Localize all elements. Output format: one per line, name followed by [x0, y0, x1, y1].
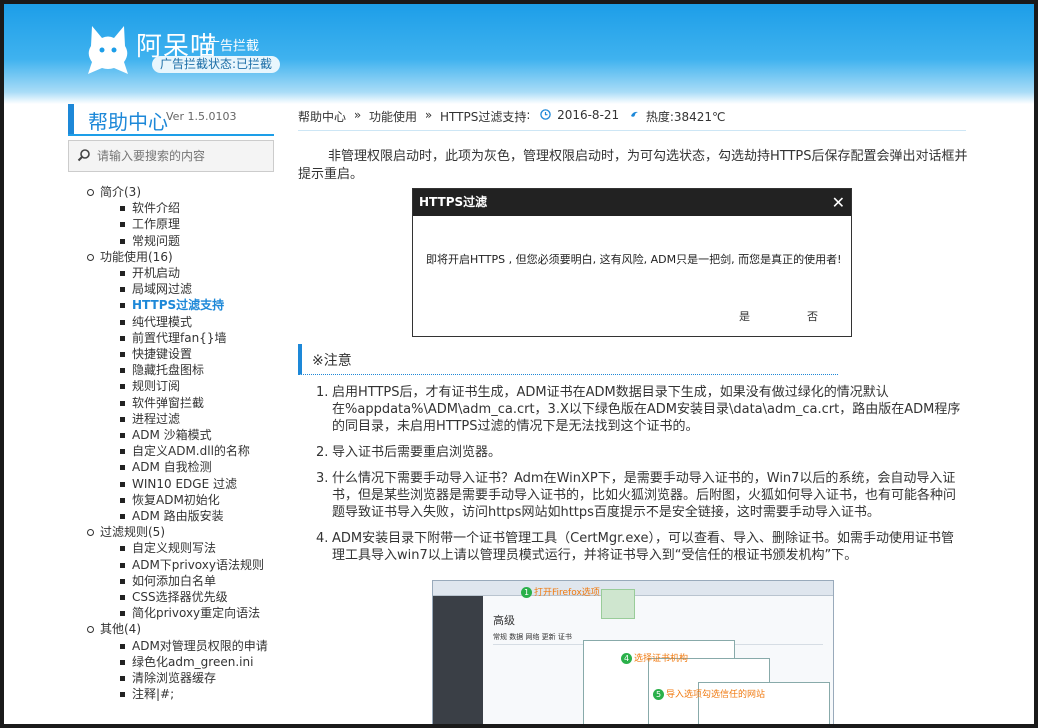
- browser-frame: 阿呆喵 广告拦截 广告拦截状态:已拦截 帮助中心 Ver 1.5.0103 简介…: [0, 0, 1038, 728]
- heat-count: 热度:38421℃: [645, 110, 726, 124]
- nav-item[interactable]: 软件介绍: [82, 200, 282, 216]
- nav-item[interactable]: 纯代理模式: [82, 314, 282, 330]
- nav-item[interactable]: 恢复ADM初始化: [82, 492, 282, 508]
- nav-item[interactable]: ADM对管理员权限的申请: [82, 638, 282, 654]
- nav-group-label[interactable]: 过滤规则(5): [82, 524, 282, 540]
- breadcrumb-section-link[interactable]: 功能使用: [369, 108, 417, 125]
- nav-group-label[interactable]: 其他(4): [82, 621, 282, 637]
- note-text: 什么情况下需要手动导入证书？Adm在WinXP下，是需要手动导入证书的，Win7…: [332, 471, 957, 520]
- breadcrumb-separator: »: [353, 108, 362, 122]
- site-header: 阿呆喵 广告拦截 广告拦截状态:已拦截: [4, 4, 1034, 104]
- step-4-label: 4 选择证书机构: [621, 651, 688, 664]
- intro-paragraph: 非管理权限启动时，此项为灰色，管理权限启动时，为可勾选状态，勾选劫持HTTPS后…: [298, 149, 968, 182]
- nav-item[interactable]: WIN10 EDGE 过滤: [82, 476, 282, 492]
- nav-item[interactable]: 进程过滤: [82, 411, 282, 427]
- search-icon[interactable]: [77, 148, 91, 162]
- list-number: 1.: [316, 385, 329, 400]
- nav-item[interactable]: 绿色化adm_green.ini: [82, 654, 282, 670]
- step-1-label: 1 打开Firefox选项: [521, 585, 600, 598]
- nav-item[interactable]: 规则订阅: [82, 378, 282, 394]
- list-number: 3.: [316, 471, 329, 486]
- dialog-yes-button: 是: [739, 310, 750, 323]
- breadcrumb-colon: :: [526, 108, 531, 122]
- nav-item[interactable]: 常规问题: [82, 233, 282, 249]
- dialog-title: HTTPS过滤: [419, 195, 488, 209]
- note-title: ※注意: [312, 353, 352, 369]
- list-item: 1. 启用HTTPS后，才有证书生成，ADM证书在ADM数据目录下生成，如果没有…: [316, 384, 966, 435]
- nav-item[interactable]: 自定义规则写法: [82, 540, 282, 556]
- list-item: 4. ADM安装目录下附带一个证书管理工具（CertMgr.exe），可以查看、…: [316, 530, 966, 564]
- firefox-certificate-screenshot: 高级 常规 数据 网络 更新 证书 1 打开Firefox选项 4 选择证书机构 5…: [432, 580, 834, 724]
- breadcrumb-home-link[interactable]: 帮助中心: [298, 108, 346, 125]
- clock-icon: [540, 109, 551, 120]
- dialog-message: 即将开启HTTPS , 但您必须要明白, 这有风险, ADM只是一把剑, 而您是…: [426, 253, 842, 266]
- nav-group-features: 功能使用(16) 开机启动 局域网过滤 HTTPS过滤支持 纯代理模式 前置代理…: [82, 249, 282, 524]
- version-label: Ver 1.5.0103: [166, 110, 237, 123]
- list-number: 4.: [316, 531, 329, 546]
- breadcrumb: 帮助中心 » 功能使用 » HTTPS过滤支持: 2016-8-21 热度:38…: [298, 108, 966, 131]
- nav-item[interactable]: CSS选择器优先级: [82, 589, 282, 605]
- close-icon: ✕: [831, 193, 845, 212]
- step-5-label: 5 导入选项勾选信任的网站: [653, 687, 765, 700]
- nav-item[interactable]: ADM下privoxy语法规则: [82, 557, 282, 573]
- nav-item[interactable]: 如何添加白名单: [82, 573, 282, 589]
- nav-item[interactable]: 注释|#;: [82, 686, 282, 702]
- site-subtitle: 广告拦截: [207, 39, 260, 54]
- accent-bar: [68, 104, 74, 134]
- nav-item[interactable]: ADM 沙箱模式: [82, 427, 282, 443]
- list-number: 2.: [316, 445, 329, 460]
- screenshot-tabs: 常规 数据 网络 更新 证书: [493, 633, 572, 641]
- dialog-title-bar: HTTPS过滤 ✕: [413, 189, 851, 216]
- https-dialog-screenshot: HTTPS过滤 ✕ 即将开启HTTPS , 但您必须要明白, 这有风险, ADM…: [412, 188, 852, 337]
- help-nav: 简介(3) 软件介绍 工作原理 常规问题 功能使用(16) 开机启动 局域网过滤…: [82, 184, 282, 703]
- nav-item[interactable]: ADM 自我检测: [82, 459, 282, 475]
- nav-group-label[interactable]: 功能使用(16): [82, 249, 282, 265]
- nav-group-intro: 简介(3) 软件介绍 工作原理 常规问题: [82, 184, 282, 249]
- nav-item-active[interactable]: HTTPS过滤支持: [82, 297, 282, 313]
- nav-item[interactable]: ADM 路由版安装: [82, 508, 282, 524]
- nav-item[interactable]: 清除浏览器缓存: [82, 670, 282, 686]
- nav-item[interactable]: 简化privoxy重定向语法: [82, 605, 282, 621]
- list-item: 3. 什么情况下需要手动导入证书？Adm在WinXP下，是需要手动导入证书的，W…: [316, 470, 966, 521]
- nav-item[interactable]: 快捷键设置: [82, 346, 282, 362]
- gear-icon: [601, 589, 635, 619]
- nav-item[interactable]: 前置代理fan{}墙: [82, 330, 282, 346]
- nav-item[interactable]: 自定义ADM.dll的名称: [82, 443, 282, 459]
- help-center-title: 帮助中心: [88, 110, 168, 134]
- note-text: ADM安装目录下附带一个证书管理工具（CertMgr.exe），可以查看、导入、…: [332, 531, 954, 563]
- search-box[interactable]: [68, 140, 274, 172]
- nav-item[interactable]: 开机启动: [82, 265, 282, 281]
- flame-icon: [631, 111, 638, 117]
- search-input[interactable]: [95, 146, 269, 166]
- list-item: 2. 导入证书后需要重启浏览器。: [316, 444, 966, 461]
- nav-group-other: 其他(4) ADM对管理员权限的申请 绿色化adm_green.ini 清除浏览…: [82, 621, 282, 702]
- dialog-no-button: 否: [807, 310, 818, 323]
- nav-item[interactable]: 软件弹窗拦截: [82, 395, 282, 411]
- notes-list: 1. 启用HTTPS后，才有证书生成，ADM证书在ADM数据目录下生成，如果没有…: [316, 384, 966, 573]
- screenshot-pane-title: 高级: [493, 614, 515, 627]
- status-badge: 广告拦截状态:已拦截: [152, 56, 281, 73]
- help-center-header: 帮助中心 Ver 1.5.0103: [68, 104, 274, 136]
- nav-item[interactable]: 工作原理: [82, 216, 282, 232]
- nav-group-rules: 过滤规则(5) 自定义规则写法 ADM下privoxy语法规则 如何添加白名单 …: [82, 524, 282, 621]
- cat-logo-icon: [88, 26, 128, 74]
- note-text: 导入证书后需要重启浏览器。: [332, 445, 502, 460]
- breadcrumb-separator: »: [424, 108, 433, 122]
- post-date: 2016-8-21: [557, 108, 620, 122]
- nav-item[interactable]: 隐藏托盘图标: [82, 362, 282, 378]
- breadcrumb-current-page: HTTPS过滤支持: [440, 110, 527, 124]
- screenshot-sidebar: [433, 596, 483, 724]
- note-text: 启用HTTPS后，才有证书生成，ADM证书在ADM数据目录下生成，如果没有做过绿…: [332, 385, 961, 434]
- note-heading: ※注意: [298, 344, 838, 375]
- nav-group-label[interactable]: 简介(3): [82, 184, 282, 200]
- nav-item[interactable]: 局域网过滤: [82, 281, 282, 297]
